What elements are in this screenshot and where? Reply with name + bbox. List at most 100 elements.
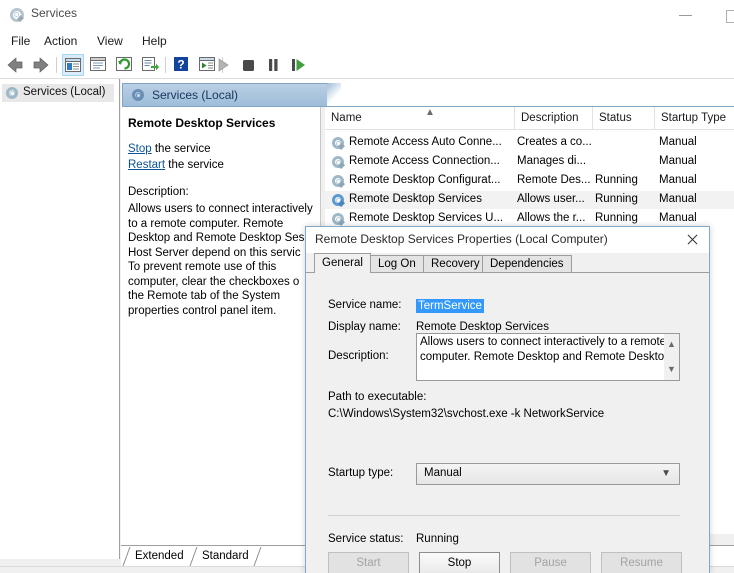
tab-extended[interactable]: Extended — [135, 547, 184, 566]
tab-log-on[interactable]: Log On — [370, 255, 424, 273]
arrow-right-icon — [30, 54, 52, 76]
description-scrollbar[interactable]: ▲ ▼ — [664, 333, 680, 381]
restart-service-link-suffix: the service — [165, 159, 224, 171]
cell-description: Allows user... — [517, 193, 585, 205]
service-details-description-text: Allows users to connect interactively to… — [128, 202, 318, 318]
gear-icon — [331, 155, 345, 169]
path-to-executable-label: Path to executable: — [328, 391, 426, 403]
table-row[interactable]: Remote Desktop Configurat... Remote Des.… — [325, 172, 734, 190]
description-textarea[interactable]: Allows users to connect interactively to… — [416, 333, 680, 381]
services-mmc-window: Services File Action View Help — [0, 0, 734, 573]
export-icon — [140, 54, 160, 74]
minimize-icon — [679, 15, 692, 16]
tab-recovery[interactable]: Recovery — [423, 255, 488, 273]
help-button[interactable]: ? — [171, 54, 193, 76]
sort-ascending-icon: ▲ — [425, 108, 435, 118]
gear-icon — [5, 86, 19, 100]
cell-name: Remote Desktop Configurat... — [349, 174, 501, 186]
cell-startup-type: Manual — [659, 155, 697, 167]
close-button[interactable] — [675, 227, 709, 253]
restart-service-link[interactable]: Restart — [128, 159, 165, 171]
column-header-name[interactable]: Name — [325, 107, 515, 129]
cell-description: Allows the r... — [517, 212, 585, 224]
tab-general[interactable]: General — [314, 253, 371, 273]
window-title: Services — [31, 6, 77, 20]
dialog-title: Remote Desktop Services Properties (Loca… — [315, 232, 608, 246]
cell-status: Running — [595, 212, 638, 224]
start-service-button[interactable] — [212, 54, 234, 76]
dialog-general-pane: Service name: TermService Display name: … — [306, 273, 709, 573]
column-header-status[interactable]: Status — [593, 107, 655, 129]
menu-action[interactable]: Action — [40, 33, 81, 49]
toolbar: ? — [0, 51, 734, 79]
service-details-panel: Remote Desktop Services Stop the service… — [122, 107, 320, 559]
svg-text:?: ? — [177, 58, 184, 72]
cell-status: Running — [595, 174, 638, 186]
minimize-button[interactable] — [663, 0, 709, 30]
show-hide-console-tree-button[interactable] — [62, 54, 84, 76]
service-status-label: Service status: — [328, 533, 403, 545]
cell-description: Creates a co... — [517, 136, 592, 148]
maximize-icon — [726, 10, 734, 23]
gear-icon — [331, 174, 345, 188]
refresh-button[interactable] — [114, 54, 136, 76]
startup-type-select[interactable]: Manual ▼ — [416, 463, 680, 485]
cell-startup-type: Manual — [659, 136, 697, 148]
menu-bar: File Action View Help — [0, 30, 734, 51]
pause-button[interactable]: Pause — [510, 552, 591, 573]
cell-description: Manages di... — [517, 155, 586, 167]
dialog-description-label: Description: — [328, 350, 389, 362]
forward-button[interactable] — [30, 54, 52, 76]
startup-type-value: Manual — [424, 467, 462, 479]
chevron-down-icon[interactable]: ▼ — [667, 365, 676, 374]
table-row[interactable]: Remote Access Connection... Manages di..… — [325, 153, 734, 171]
tab-standard[interactable]: Standard — [202, 547, 249, 566]
menu-view[interactable]: View — [93, 33, 127, 49]
pause-service-button[interactable] — [262, 54, 284, 76]
table-row[interactable]: Remote Desktop Services Allows user... R… — [325, 191, 734, 209]
display-name-label: Display name: — [328, 321, 401, 333]
maximize-button[interactable] — [709, 0, 734, 30]
service-status-value: Running — [416, 533, 459, 545]
menu-file[interactable]: File — [7, 33, 34, 49]
service-name-label: Service name: — [328, 299, 402, 311]
start-button[interactable]: Start — [328, 552, 409, 573]
tab-edge-right — [254, 547, 272, 566]
resume-button[interactable]: Resume — [601, 552, 682, 573]
table-row[interactable]: Remote Access Auto Conne... Creates a co… — [325, 134, 734, 152]
toolbar-separator-1 — [56, 57, 57, 73]
restart-service-button[interactable] — [287, 54, 309, 76]
service-properties-dialog: Remote Desktop Services Properties (Loca… — [305, 226, 710, 573]
dialog-tabs: General Log On Recovery Dependencies — [306, 253, 709, 273]
service-name-value: TermService — [416, 299, 484, 313]
gear-icon — [131, 88, 146, 103]
restart-icon — [287, 54, 309, 76]
console-tree-pane: Services (Local) — [0, 79, 120, 559]
stop-service-button[interactable] — [237, 54, 259, 76]
service-details-title: Remote Desktop Services — [128, 116, 275, 130]
cell-status: Running — [595, 193, 638, 205]
export-list-button[interactable] — [140, 54, 162, 76]
menu-help[interactable]: Help — [138, 33, 171, 49]
cell-description: Remote Des... — [517, 174, 591, 186]
stop-service-link[interactable]: Stop — [128, 143, 152, 155]
list-column-headers: Name ▲ Description Status Startup Type — [325, 107, 734, 130]
refresh-icon — [114, 54, 134, 74]
tab-dependencies[interactable]: Dependencies — [482, 255, 572, 273]
properties-button[interactable] — [88, 54, 110, 76]
service-details-description-label: Description: — [128, 186, 189, 198]
chevron-up-icon[interactable]: ▲ — [667, 340, 676, 349]
gear-icon — [331, 193, 345, 207]
description-line-1: Allows users to connect interactively to… — [420, 335, 676, 350]
column-header-description[interactable]: Description — [515, 107, 593, 129]
restart-service-link-row[interactable]: Restart the service — [128, 159, 224, 171]
stop-button[interactable]: Stop — [419, 552, 500, 573]
sidebar-item-services-local[interactable]: Services (Local) — [2, 84, 114, 102]
stop-service-link-row[interactable]: Stop the service — [128, 143, 210, 155]
results-pane-header-label: Services (Local) — [152, 88, 238, 102]
column-header-startup-type[interactable]: Startup Type — [655, 107, 734, 129]
gear-icon — [331, 136, 345, 150]
path-to-executable-value: C:\Windows\System32\svchost.exe -k Netwo… — [328, 408, 604, 420]
results-pane-header-tab[interactable]: Services (Local) — [122, 83, 328, 107]
back-button[interactable] — [4, 54, 26, 76]
